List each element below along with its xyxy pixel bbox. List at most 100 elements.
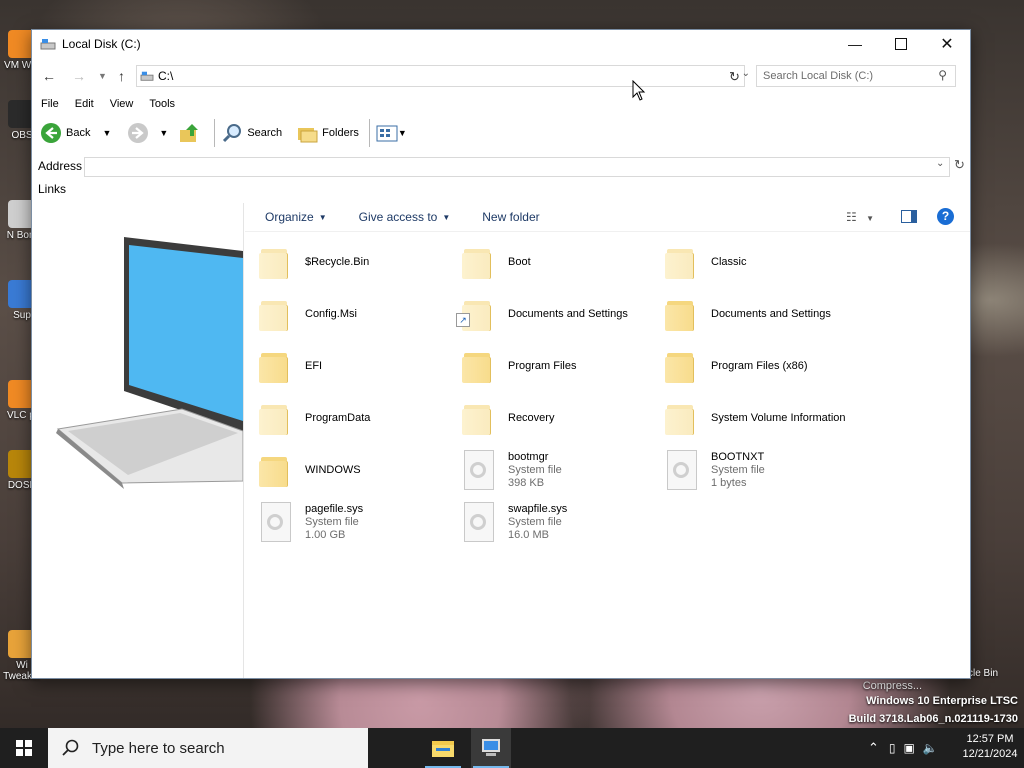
title-bar[interactable]: Local Disk (C:) — ✕ [32,30,970,58]
item-name: WINDOWS [305,463,361,476]
forward-button[interactable]: ▼ [127,122,168,144]
menu-tools[interactable]: Tools [140,96,182,114]
os-build-watermark: Build 3718.Lab06_n.021119-1730 [848,713,1018,725]
system-file-icon [462,502,494,542]
item-type: System file [711,463,765,476]
menu-view[interactable]: View [101,96,141,114]
item-name: Documents and Settings [711,307,831,320]
network-icon[interactable]: ▣ [904,741,915,755]
volume-muted-icon[interactable]: 🔈 [923,741,938,755]
chevron-up-icon[interactable]: ⌃ [868,740,879,756]
folder-item[interactable]: ProgramData [259,394,459,442]
clock-time: 12:57 PM [966,733,1014,745]
folder-icon [259,349,289,383]
folder-item[interactable]: Program Files [462,342,662,390]
help-icon[interactable]: ? [937,208,954,225]
menu-edit[interactable]: Edit [66,96,101,114]
computer-illustration-icon [56,237,243,489]
menu-bar: File Edit View Tools [32,96,182,114]
toolbar-separator [214,119,216,147]
folder-item[interactable]: ↗ Documents and Settings [456,290,662,338]
change-view-icon[interactable]: ☷ ▼ [846,210,874,224]
folder-item[interactable]: $Recycle.Bin [259,238,459,286]
search-placeholder: Search Local Disk (C:) [763,70,874,82]
back-arrow-icon[interactable]: ← [42,68,56,84]
folder-icon [462,245,492,279]
chevron-down-icon[interactable]: ⌄ [936,158,944,169]
links-label[interactable]: Links [38,182,66,196]
folder-item[interactable]: Program Files (x86) [665,342,865,390]
item-name: pagefile.sys [305,502,364,515]
usb-drive-icon[interactable]: ▯ [889,741,896,755]
computer-icon [482,739,500,756]
views-dropdown-icon[interactable]: ▼ [398,128,407,138]
forward-arrow-icon[interactable]: → [72,68,86,84]
folders-button[interactable]: Folders [296,122,359,144]
recent-locations-icon[interactable]: ▼ [98,71,107,81]
up-arrow-icon[interactable]: ↑ [118,68,125,84]
search-icon [62,739,79,756]
magnifier-icon [223,124,242,143]
item-name: Program Files [508,359,577,372]
taskbar-clock[interactable]: 12:57 PM 12/21/2024 [960,732,1020,762]
up-folder-button[interactable] [178,122,204,144]
menu-file[interactable]: File [32,96,66,114]
item-type: System file [508,515,562,528]
toolbar: Back ▼ ▼ Search Folders ▼ [32,116,970,150]
folder-icon [432,741,454,757]
folder-item[interactable]: WINDOWS [259,446,459,494]
give-access-button[interactable]: Give access to ▼ [359,210,451,224]
taskbar-my-computer[interactable] [471,728,511,768]
file-item[interactable]: swapfile.sys System file 16.0 MB [462,498,662,546]
address-bar[interactable]: C:\ ⌄ [136,65,750,87]
back-button[interactable]: Back ▼ [40,122,111,144]
chevron-down-icon[interactable]: ⌄ [742,68,750,79]
close-button[interactable]: ✕ [924,30,970,58]
new-folder-button[interactable]: New folder [482,210,539,224]
folder-icon [665,297,695,331]
shortcut-arrow-icon: ↗ [456,313,470,327]
start-button[interactable] [0,728,48,768]
file-item[interactable]: bootmgr System file 398 KB [462,446,662,494]
file-item[interactable]: pagefile.sys System file 1.00 GB [259,498,459,546]
back-dropdown-icon[interactable]: ▼ [102,128,111,138]
folder-item[interactable]: Recovery [462,394,662,442]
item-size: 398 KB [508,476,545,489]
file-item[interactable]: BOOTNXT System file 1 bytes [665,446,865,494]
search-button-label: Search [247,127,283,139]
maximize-button[interactable] [878,30,924,58]
toolbar-separator [368,119,370,147]
folder-item[interactable]: Classic [665,238,865,286]
preview-pane-icon[interactable] [901,210,917,223]
taskbar: Type here to search ⌃ ▯ ▣ 🔈 12:57 PM 12/… [0,728,1024,768]
forward-circle-icon [128,123,149,143]
views-button[interactable]: ▼ [376,122,407,144]
organize-button[interactable]: Organize ▼ [265,210,327,224]
folder-item[interactable]: System Volume Information [665,394,865,442]
back-label: Back [66,127,91,139]
navigation-pane [32,203,244,678]
item-type: System file [305,515,359,528]
legacy-address-input[interactable] [84,157,950,177]
folder-item[interactable]: EFI [259,342,459,390]
windows-logo-icon [16,740,32,756]
folder-icon [665,245,695,279]
forward-dropdown-icon[interactable]: ▼ [159,128,168,138]
folder-item[interactable]: Boot [462,238,662,286]
folders-icon [298,128,318,143]
folder-item[interactable]: Config.Msi [259,290,459,338]
item-name: Documents and Settings [508,307,628,320]
folder-icon [665,401,695,435]
minimize-button[interactable]: — [832,30,878,58]
taskbar-file-explorer[interactable] [423,728,463,768]
os-edition-watermark: Windows 10 Enterprise LTSC [866,695,1018,707]
folder-icon [259,297,289,331]
folder-item[interactable]: Documents and Settings [665,290,865,338]
search-button[interactable]: Search [221,122,282,144]
search-input[interactable]: Search Local Disk (C:) ⚲ [756,65,956,87]
refresh-icon[interactable]: ↻ [954,157,965,173]
taskbar-search-box[interactable]: Type here to search [48,728,368,768]
command-bar: Organize ▼ Give access to ▼ New folder ☷ ▼… [245,203,970,232]
item-name: swapfile.sys [508,502,568,515]
refresh-icon[interactable]: ↻ [729,69,740,85]
